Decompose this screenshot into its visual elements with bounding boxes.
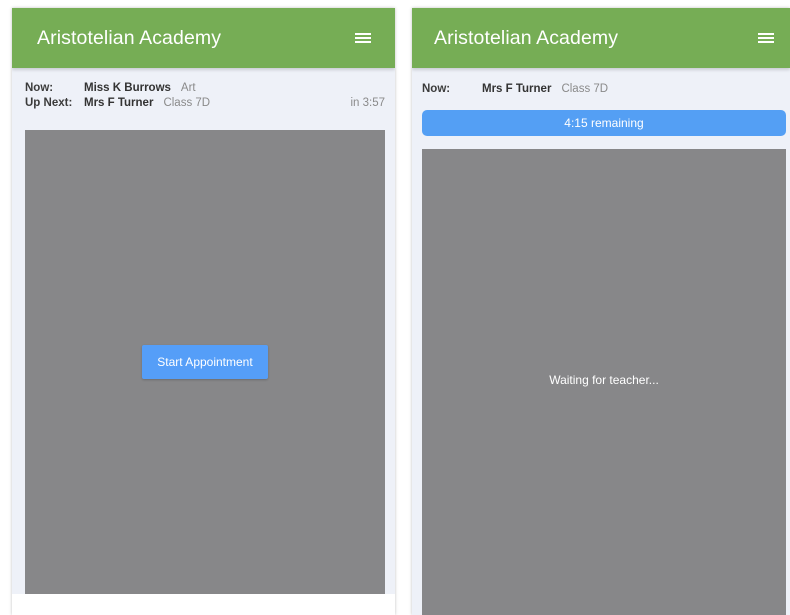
now-label: Now: xyxy=(422,83,451,95)
schedule-info: Now: Mrs F Turner Class 7D xyxy=(412,68,790,95)
app-header: Aristotelian Academy xyxy=(412,8,790,68)
hamburger-menu-icon[interactable] xyxy=(758,32,774,44)
now-class: Class 7D xyxy=(561,83,609,95)
time-remaining-bar: 4:15 remaining xyxy=(422,110,786,136)
app-title: Aristotelian Academy xyxy=(434,26,619,49)
schedule-info: Now: Miss K Burrows Art Up Next: Mrs F T… xyxy=(12,68,395,116)
app-title: Aristotelian Academy xyxy=(37,26,222,49)
up-next-countdown: in 3:57 xyxy=(350,97,385,109)
now-row: Now: Mrs F Turner Class 7D xyxy=(422,83,790,95)
up-next-label: Up Next: xyxy=(25,97,73,109)
up-next-teacher-name: Mrs F Turner xyxy=(84,97,154,109)
now-teacher-name: Mrs F Turner xyxy=(482,83,552,95)
video-area: Waiting for teacher... xyxy=(422,149,786,615)
now-row: Now: Miss K Burrows Art xyxy=(25,82,395,97)
hamburger-menu-icon[interactable] xyxy=(355,32,371,44)
up-next-class: Class 7D xyxy=(163,97,211,109)
start-appointment-button[interactable]: Start Appointment xyxy=(142,345,268,379)
app-header: Aristotelian Academy xyxy=(12,8,395,68)
appointment-screen-waiting: Aristotelian Academy Now: Mrs F Turner C… xyxy=(412,8,790,615)
now-label: Now: xyxy=(25,82,54,94)
bottom-strip xyxy=(12,594,395,615)
time-remaining-label: 4:15 remaining xyxy=(564,116,644,130)
appointment-screen-before: Aristotelian Academy Now: Miss K Burrows… xyxy=(12,8,395,615)
video-area: Start Appointment xyxy=(25,130,385,594)
now-subject: Art xyxy=(180,82,196,94)
up-next-row: Up Next: Mrs F Turner Class 7D in 3:57 xyxy=(25,97,395,112)
now-teacher-name: Miss K Burrows xyxy=(84,82,171,94)
waiting-status-text: Waiting for teacher... xyxy=(549,373,659,387)
